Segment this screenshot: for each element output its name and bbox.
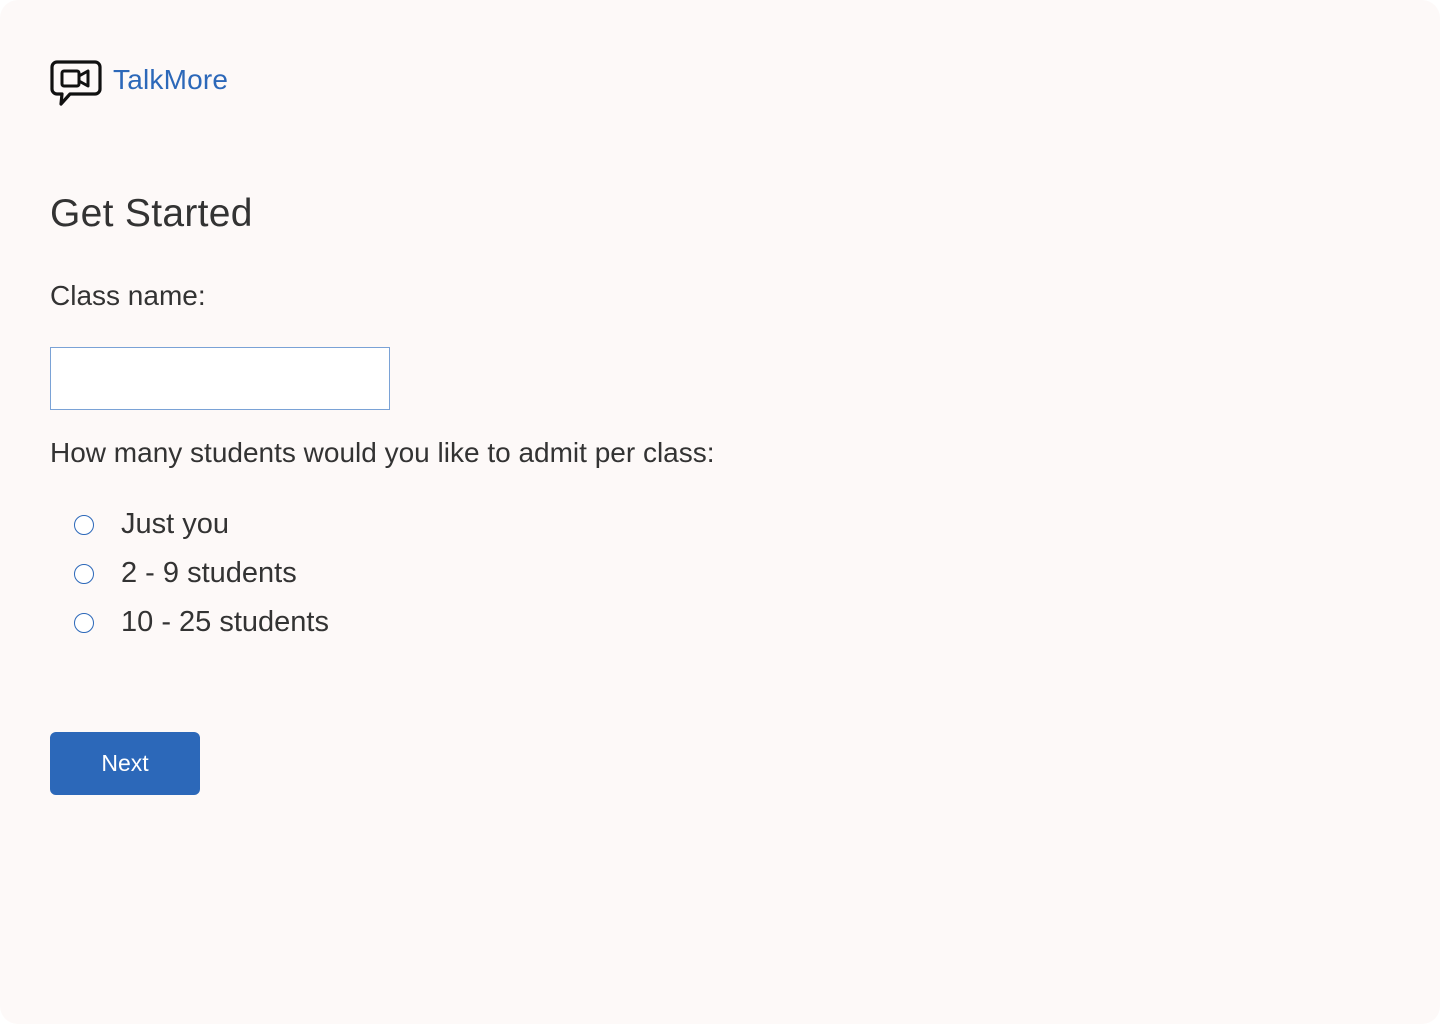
brand-name: TalkMore xyxy=(113,64,229,95)
page-title: Get Started xyxy=(50,192,253,235)
next-button[interactable]: Next xyxy=(50,732,200,795)
option-10-25-students[interactable]: 10 - 25 students xyxy=(74,598,329,647)
get-started-page: TalkMore Get Started Class name: How man… xyxy=(0,0,1440,1024)
students-radio-group: Just you 2 - 9 students 10 - 25 students xyxy=(74,500,329,647)
class-name-label: Class name: xyxy=(50,280,206,311)
option-label-just-you[interactable]: Just you xyxy=(121,508,229,541)
radio-just-you[interactable] xyxy=(74,514,94,535)
class-name-input[interactable] xyxy=(50,347,390,410)
option-2-9-students[interactable]: 2 - 9 students xyxy=(74,549,329,598)
option-label-2-9-students[interactable]: 2 - 9 students xyxy=(121,557,297,590)
students-question: How many students would you like to admi… xyxy=(50,437,715,468)
option-label-10-25-students[interactable]: 10 - 25 students xyxy=(121,606,329,639)
option-just-you[interactable]: Just you xyxy=(74,500,329,549)
video-chat-bubble-icon xyxy=(50,60,102,106)
radio-10-25-students[interactable] xyxy=(74,612,94,633)
brand-logo: TalkMore xyxy=(50,60,228,110)
radio-2-9-students[interactable] xyxy=(74,563,94,584)
